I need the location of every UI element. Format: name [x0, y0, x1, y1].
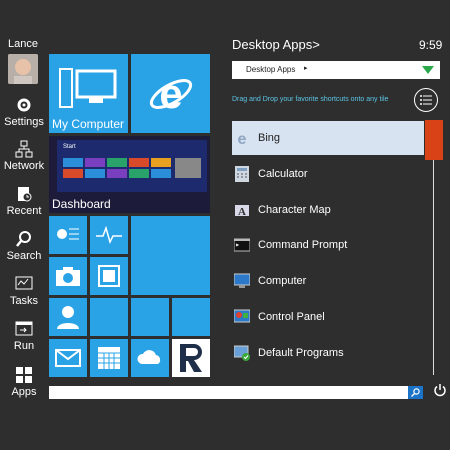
- search-icon: [411, 388, 420, 397]
- tile-label: My Computer: [52, 117, 125, 131]
- reader-icon: [180, 344, 202, 372]
- tile-camera[interactable]: [49, 257, 87, 295]
- svg-text:e: e: [238, 131, 247, 146]
- calendar-icon: [98, 347, 120, 369]
- chart-icon: [57, 228, 79, 240]
- run-icon: [15, 321, 33, 336]
- app-item-computer[interactable]: Computer: [232, 264, 424, 298]
- tile-reader[interactable]: [172, 339, 210, 377]
- app-label: Calculator: [258, 168, 308, 180]
- scrollbar-track[interactable]: [433, 160, 434, 375]
- sidebar-item-label: Tasks: [9, 295, 39, 307]
- control-panel-icon: [234, 309, 250, 323]
- search-button[interactable]: [408, 386, 423, 399]
- sidebar-item-label: Settings: [4, 116, 44, 128]
- drag-hint: Drag and Drop your favorite shortcuts on…: [232, 96, 389, 103]
- tile-cloud[interactable]: [131, 339, 169, 377]
- pulse-icon: [96, 226, 122, 244]
- app-item-default-programs[interactable]: Default Programs: [232, 336, 424, 370]
- calculator-icon: [235, 166, 249, 182]
- tasks-icon: [15, 276, 33, 290]
- app-label: Default Programs: [258, 347, 344, 359]
- app-item-command-prompt[interactable]: Command Prompt: [232, 228, 424, 262]
- app-label: Bing: [258, 132, 281, 144]
- avatar[interactable]: [8, 54, 38, 84]
- character-map-icon: A: [235, 205, 249, 218]
- command-prompt-icon: [234, 238, 250, 252]
- scrollbar-thumb[interactable]: [425, 120, 443, 160]
- tile-my-computer[interactable]: My Computer: [49, 54, 128, 133]
- search-input[interactable]: [49, 386, 423, 399]
- computer-icon: [59, 68, 117, 108]
- tile-internet-explorer[interactable]: e: [131, 54, 210, 133]
- sidebar-item-label: Apps: [11, 386, 37, 398]
- network-icon: [15, 140, 33, 158]
- list-icon: [420, 95, 432, 105]
- sidebar-item-tasks[interactable]: Tasks: [0, 275, 48, 307]
- tile-people[interactable]: [49, 298, 87, 336]
- app-label: Control Panel: [258, 311, 325, 323]
- video-icon: [98, 265, 120, 287]
- sidebar-item-recent[interactable]: Recent: [0, 185, 48, 217]
- tile-chart[interactable]: [49, 216, 87, 254]
- tile-blank-2[interactable]: [131, 298, 169, 336]
- svg-text:e: e: [159, 70, 182, 116]
- start-screen-preview: Start: [57, 140, 207, 192]
- app-item-bing[interactable]: e Bing: [232, 121, 424, 155]
- apps-icon: [16, 367, 32, 383]
- app-item-character-map[interactable]: A Character Map: [232, 193, 424, 227]
- sidebar-item-apps[interactable]: Apps: [0, 366, 48, 398]
- page-title[interactable]: Desktop Apps>: [232, 37, 320, 52]
- default-programs-icon: [234, 345, 250, 361]
- tile-calendar[interactable]: [90, 339, 128, 377]
- dropdown-value: Desktop Apps: [246, 65, 296, 74]
- app-label: Command Prompt: [258, 239, 348, 251]
- sidebar-item-label: Run: [13, 340, 35, 352]
- sidebar-item-label: Network: [3, 160, 45, 172]
- computer-icon: [234, 273, 250, 288]
- gear-icon: [17, 98, 31, 112]
- tile-activity[interactable]: [90, 216, 128, 254]
- sidebar-item-label: Search: [6, 250, 42, 262]
- sidebar-item-run[interactable]: Run: [0, 320, 48, 352]
- tile-video[interactable]: [90, 257, 128, 295]
- app-label: Character Map: [258, 204, 331, 216]
- mail-icon: [55, 349, 81, 367]
- svg-text:A: A: [238, 206, 246, 218]
- internet-explorer-icon: e: [149, 70, 193, 116]
- app-item-control-panel[interactable]: Control Panel: [232, 300, 424, 334]
- sidebar-item-label: Recent: [6, 205, 42, 217]
- power-icon[interactable]: [433, 383, 447, 397]
- caret-icon: ▸: [304, 65, 308, 72]
- tile-label: Dashboard: [52, 197, 111, 211]
- sidebar-item-search[interactable]: Search: [0, 230, 48, 262]
- search-icon: [16, 231, 31, 247]
- tile-blank-1[interactable]: [90, 298, 128, 336]
- tile-mail[interactable]: [49, 339, 87, 377]
- sidebar-item-settings[interactable]: Settings: [0, 96, 48, 128]
- camera-icon: [56, 267, 80, 286]
- sidebar-item-network[interactable]: Network: [0, 140, 48, 172]
- bing-icon: e: [238, 131, 247, 146]
- cloud-icon: [137, 350, 161, 364]
- chevron-down-icon: [422, 66, 434, 74]
- app-item-calculator[interactable]: Calculator: [232, 157, 424, 191]
- person-icon: [57, 306, 79, 329]
- tile-empty[interactable]: [131, 216, 210, 295]
- app-label: Computer: [258, 275, 307, 287]
- user-name: Lance: [8, 38, 38, 50]
- tile-blank-3[interactable]: [172, 298, 210, 336]
- app-category-dropdown[interactable]: Desktop Apps ▸: [232, 61, 440, 79]
- menu-button[interactable]: [414, 88, 438, 112]
- recent-icon: [18, 187, 32, 202]
- clock: 9:59: [419, 38, 443, 52]
- tile-dashboard[interactable]: Start Dashboard: [49, 136, 210, 213]
